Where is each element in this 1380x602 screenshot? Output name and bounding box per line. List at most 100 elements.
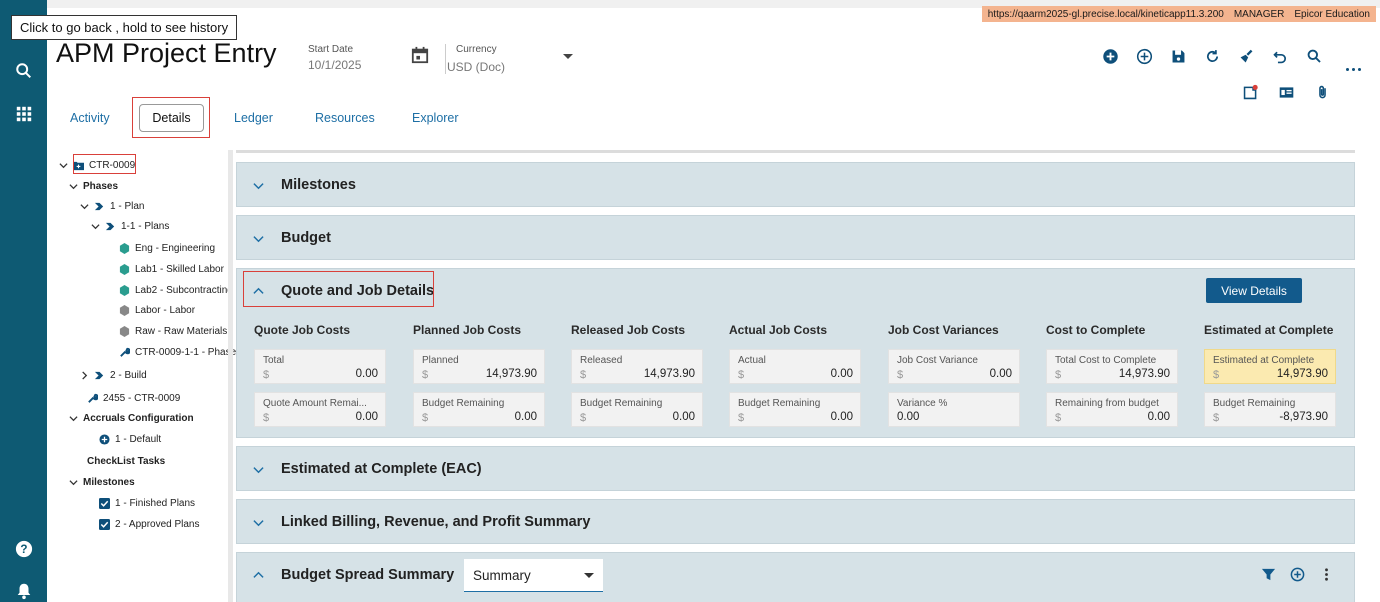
released-field[interactable]: Released $ 14,973.90: [571, 349, 703, 384]
add-row-icon[interactable]: [1290, 567, 1305, 582]
eac-section-header[interactable]: Estimated at Complete (EAC): [237, 447, 1356, 491]
chevron-up-icon[interactable]: [253, 570, 264, 581]
tree-scrollbar[interactable]: [228, 150, 233, 602]
tree-resource-raw[interactable]: Raw - Raw Materials: [119, 323, 227, 339]
tree-phase-1-1-node[interactable]: 1-1 - Plans: [91, 218, 169, 234]
chevron-down-icon[interactable]: [69, 478, 78, 487]
panel-card-icon[interactable]: [1276, 82, 1296, 102]
tree-resource-lab2[interactable]: Lab2 - Subcontracting: [119, 282, 233, 298]
undo-icon[interactable]: [1270, 46, 1290, 66]
tab-ledger[interactable]: Ledger: [234, 111, 273, 125]
quote-amount-remaining-field[interactable]: Quote Amount Remai... $ 0.00: [254, 392, 386, 427]
tree-phases-label: Phases: [83, 180, 119, 192]
tab-activity[interactable]: Activity: [70, 111, 110, 125]
chevron-down-icon[interactable]: [80, 202, 89, 211]
main-toolbar: [1100, 46, 1324, 66]
job-cost-variance-field[interactable]: Job Cost Variance $ 0.00: [888, 349, 1020, 384]
actual-budget-remaining-field[interactable]: Budget Remaining $ 0.00: [729, 392, 861, 427]
chevron-down-icon[interactable]: [253, 233, 264, 244]
field-value: 0.00: [897, 411, 920, 423]
currency-value-wrap[interactable]: USD (Doc): [447, 44, 505, 74]
chevron-right-icon[interactable]: [80, 370, 89, 380]
overflow-menu-icon[interactable]: [1346, 68, 1362, 74]
search-toolbar-icon[interactable]: [1304, 46, 1324, 66]
calendar-icon[interactable]: [411, 46, 429, 64]
tree-milestone-1[interactable]: 1 - Finished Plans: [99, 495, 195, 511]
released-budget-remaining-field[interactable]: Budget Remaining $ 0.00: [571, 392, 703, 427]
planned-budget-remaining-field[interactable]: Budget Remaining $ 0.00: [413, 392, 545, 427]
total-cost-to-complete-field[interactable]: Total Cost to Complete $ 14,973.90: [1046, 349, 1178, 384]
tree-phase-1-node[interactable]: 1 - Plan: [80, 198, 144, 214]
filter-icon[interactable]: [1261, 567, 1276, 582]
milestones-section-header[interactable]: Milestones: [237, 163, 1356, 207]
notifications-bell-icon[interactable]: [0, 576, 47, 602]
start-date-field[interactable]: Start Date 10/1/2025: [308, 44, 361, 72]
planned-job-costs-column: Planned Job Costs Planned $ 14,973.90 Bu…: [413, 323, 545, 427]
tree-phases-node[interactable]: Phases: [69, 178, 118, 194]
budget-spread-section-header[interactable]: Budget Spread Summary: [237, 553, 1356, 597]
chevron-down-icon[interactable]: [253, 517, 264, 528]
tree-checklist-node[interactable]: CheckList Tasks: [87, 453, 165, 469]
estimated-at-complete-field[interactable]: Estimated at Complete $ 14,973.90: [1204, 349, 1336, 384]
wrench-icon: [120, 347, 130, 357]
add-new-icon[interactable]: [1100, 46, 1120, 66]
tree-accruals-node[interactable]: Accruals Configuration: [69, 410, 194, 426]
search-icon[interactable]: [0, 56, 47, 86]
chevron-down-icon[interactable]: [253, 464, 264, 475]
chevron-down-icon[interactable]: [91, 222, 100, 231]
add-outline-icon[interactable]: [1134, 46, 1154, 66]
chevron-down-icon[interactable]: [69, 182, 78, 191]
notes-icon[interactable]: [1240, 82, 1260, 102]
linked-billing-section-header[interactable]: Linked Billing, Revenue, and Profit Summ…: [237, 500, 1356, 544]
tree-milestones-node[interactable]: Milestones: [69, 474, 135, 490]
remaining-from-budget-field[interactable]: Remaining from budget $ 0.00: [1046, 392, 1178, 427]
tree-accrual-default[interactable]: 1 - Default: [99, 431, 161, 447]
help-icon[interactable]: ?: [0, 534, 47, 564]
save-icon[interactable]: [1168, 46, 1188, 66]
tree-resource-labor[interactable]: Labor - Labor: [119, 302, 195, 318]
chevron-down-icon[interactable]: [584, 573, 594, 578]
field-label: Actual: [738, 355, 766, 366]
tree-resource-lab1[interactable]: Lab1 - Skilled Labor: [119, 261, 224, 277]
quote-total-field[interactable]: Total $ 0.00: [254, 349, 386, 384]
quote-job-details-header[interactable]: Quote and Job Details: [237, 269, 1356, 313]
left-nav-rail: ?: [0, 0, 47, 602]
tree-resource-job[interactable]: CTR-0009-1-1 - Phase: [119, 344, 236, 360]
chevron-up-icon[interactable]: [253, 286, 264, 297]
tab-explorer[interactable]: Explorer: [412, 111, 459, 125]
tree-job-node[interactable]: 2455 - CTR-0009: [87, 390, 180, 406]
chevron-down-icon[interactable]: [59, 161, 68, 170]
currency-chevron-down-icon[interactable]: [563, 54, 573, 59]
tree-root-node[interactable]: CTR-0009: [59, 157, 135, 173]
chevron-down-icon[interactable]: [69, 414, 78, 423]
attachment-paperclip-icon[interactable]: [1312, 82, 1332, 102]
resource-cube-icon: [119, 304, 130, 316]
app-grid-icon[interactable]: [0, 99, 47, 129]
variance-percent-field[interactable]: Variance % 0.00: [888, 392, 1020, 427]
tree-milestone-2[interactable]: 2 - Approved Plans: [99, 516, 200, 532]
tree-phase-2-label: 2 - Build: [110, 369, 147, 381]
tree-milestone-2-label: 2 - Approved Plans: [115, 518, 200, 530]
field-value: -8,973.90: [1279, 411, 1328, 423]
field-value: 0.00: [830, 411, 853, 423]
currency-value[interactable]: USD (Doc): [447, 60, 505, 74]
eac-budget-remaining-field[interactable]: Budget Remaining $ -8,973.90: [1204, 392, 1336, 427]
tree-resource-eng[interactable]: Eng - Engineering: [119, 240, 215, 256]
tab-details[interactable]: Details: [139, 104, 204, 132]
budget-section: Budget: [236, 215, 1355, 260]
budget-spread-view-select[interactable]: Summary: [464, 559, 603, 592]
budget-section-header[interactable]: Budget: [237, 216, 1356, 260]
column-heading: Actual Job Costs: [729, 323, 828, 337]
start-date-value[interactable]: 10/1/2025: [308, 58, 361, 72]
chevron-down-icon[interactable]: [253, 180, 264, 191]
clear-broom-icon[interactable]: [1236, 46, 1256, 66]
planned-field[interactable]: Planned $ 14,973.90: [413, 349, 545, 384]
checkbox-checked-icon: [99, 518, 110, 530]
view-details-button[interactable]: View Details: [1206, 278, 1302, 303]
tree-phase-2-node[interactable]: 2 - Build: [80, 367, 147, 383]
resource-cube-icon: [119, 242, 130, 254]
actual-field[interactable]: Actual $ 0.00: [729, 349, 861, 384]
kebab-menu-icon[interactable]: [1319, 567, 1334, 582]
tab-resources[interactable]: Resources: [315, 111, 375, 125]
refresh-icon[interactable]: [1202, 46, 1222, 66]
